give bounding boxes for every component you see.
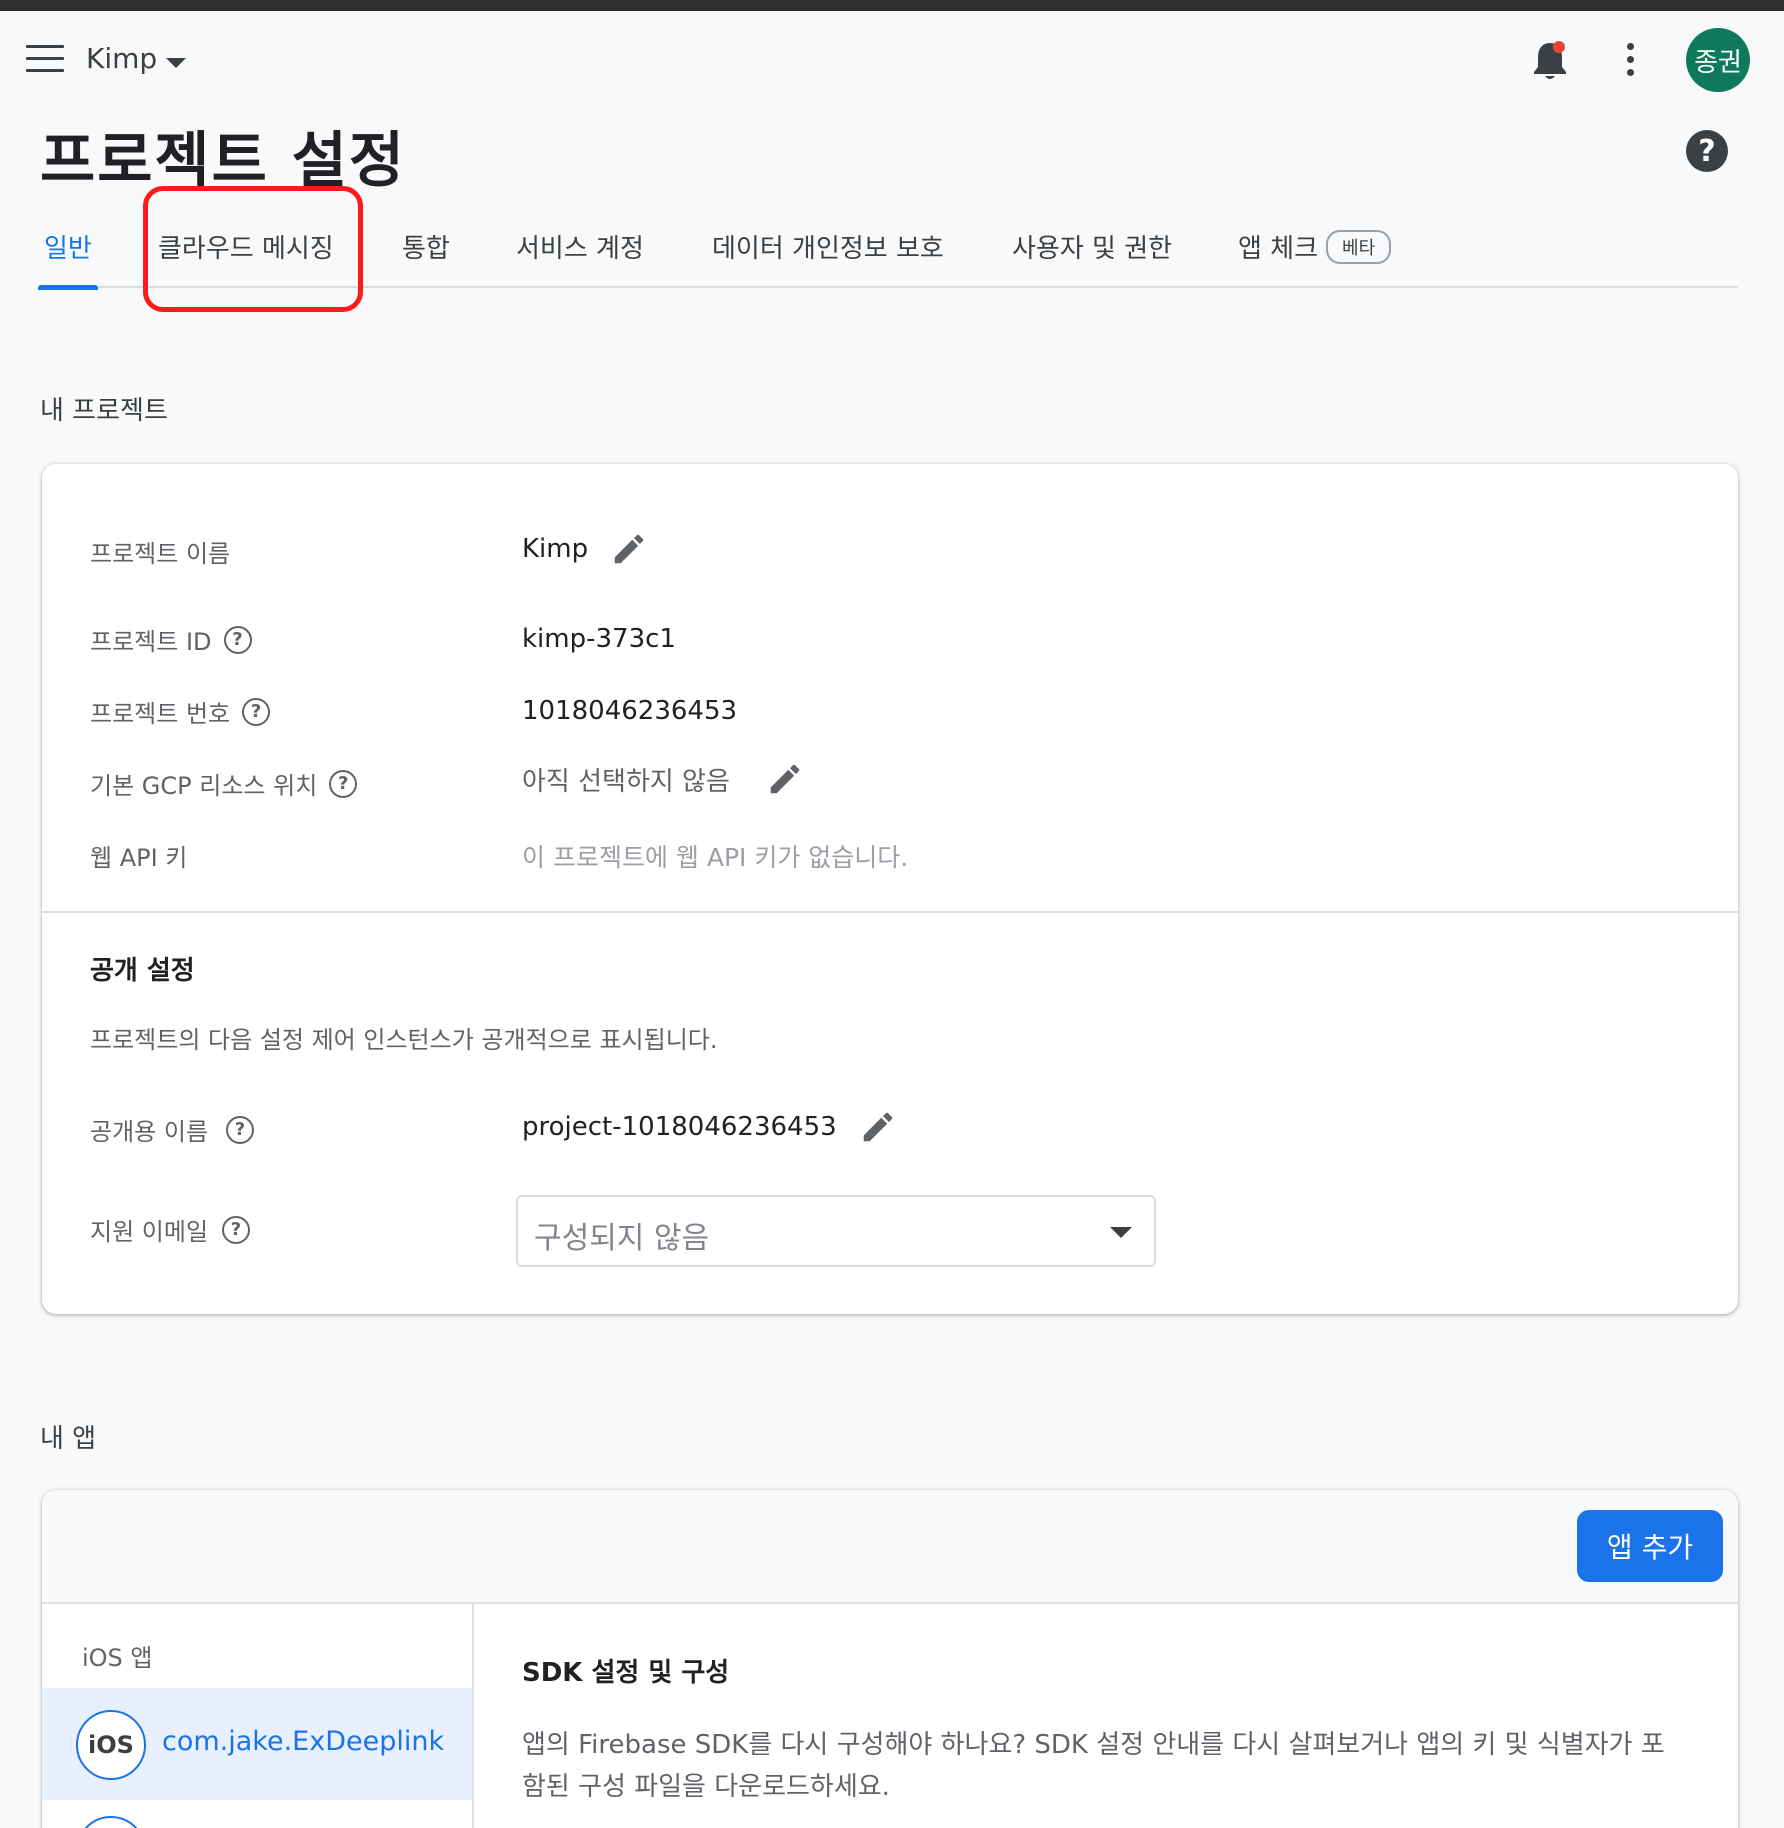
web-api-key-label: 웹 API 키 <box>90 844 188 872</box>
divider <box>42 911 1738 913</box>
more-vert-icon[interactable] <box>1620 43 1640 83</box>
public-name-value: project-1018046236453 <box>522 1112 837 1142</box>
tab-users-permissions[interactable]: 사용자 및 권한 <box>1012 228 1172 286</box>
notification-dot <box>1553 41 1565 53</box>
platform-label: iOS 앱 <box>82 1644 153 1672</box>
support-email-placeholder: 구성되지 않음 <box>534 1221 710 1256</box>
public-settings-description: 프로젝트의 다음 설정 제어 인스턴스가 공개적으로 표시됩니다. <box>90 1026 718 1054</box>
highlight-annotation <box>143 186 363 312</box>
apps-card: 앱 추가 iOS 앱 iOS com.jake.ExDeeplink SDK 설… <box>42 1490 1738 1828</box>
public-name-row: project-1018046236453 <box>522 1108 897 1146</box>
top-strip <box>0 0 1784 11</box>
tab-general[interactable]: 일반 <box>38 228 98 290</box>
help-circle-icon[interactable]: ? <box>226 1115 255 1144</box>
project-id-label: 프로젝트 ID? <box>90 622 252 657</box>
chevron-down-icon[interactable] <box>166 58 186 68</box>
help-circle-icon[interactable]: ? <box>222 1215 251 1244</box>
edit-pencil-icon[interactable] <box>610 530 648 568</box>
dropdown-arrow-icon <box>1110 1227 1132 1238</box>
project-name-value: Kimp <box>522 534 589 564</box>
project-id-value: kimp-373c1 <box>522 624 676 654</box>
tab-service-accounts[interactable]: 서비스 계정 <box>516 228 644 286</box>
help-circle-icon[interactable]: ? <box>242 697 271 726</box>
my-apps-heading: 내 앱 <box>40 1424 97 1454</box>
tab-app-check-label: 앱 체크 <box>1238 234 1319 264</box>
web-api-key-value: 이 프로젝트에 웹 API 키가 없습니다. <box>522 843 909 872</box>
top-bar: Kimp 종권 <box>0 11 1784 109</box>
notifications-bell-icon[interactable] <box>1530 39 1570 83</box>
edit-pencil-icon[interactable] <box>766 760 804 798</box>
support-email-select[interactable]: 구성되지 않음 <box>516 1195 1156 1267</box>
help-circle-icon[interactable]: ? <box>329 769 358 798</box>
help-circle-icon[interactable]: ? <box>223 625 252 654</box>
public-name-label: 공개용 이름? <box>90 1112 255 1147</box>
beta-badge: 베타 <box>1326 230 1392 264</box>
app-list-item[interactable]: iOS com.jake.ExDeeplink <box>42 1688 472 1800</box>
add-app-button[interactable]: 앱 추가 <box>1577 1510 1723 1582</box>
support-email-label: 지원 이메일? <box>90 1212 251 1247</box>
apps-sidebar: iOS 앱 iOS com.jake.ExDeeplink <box>42 1604 474 1828</box>
app-bundle-id: com.jake.ExDeeplink <box>162 1726 445 1757</box>
apps-card-header <box>42 1490 1738 1602</box>
gcp-location-label: 기본 GCP 리소스 위치? <box>90 766 358 801</box>
project-name-row: Kimp <box>522 530 648 568</box>
my-project-heading: 내 프로젝트 <box>40 396 168 426</box>
edit-pencil-icon[interactable] <box>859 1108 897 1146</box>
project-name-label: 프로젝트 이름 <box>90 540 231 568</box>
sdk-setup-title: SDK 설정 및 구성 <box>522 1658 730 1688</box>
tab-data-privacy[interactable]: 데이터 개인정보 보호 <box>712 228 944 286</box>
project-settings-card: 프로젝트 이름 Kimp 프로젝트 ID? kimp-373c1 프로젝트 번호… <box>42 464 1738 1314</box>
ios-icon: iOS <box>76 1710 146 1780</box>
gcp-location-value: 아직 선택하지 않음 <box>522 766 730 797</box>
menu-icon[interactable] <box>26 45 64 73</box>
tab-app-check[interactable]: 앱 체크 베타 <box>1238 228 1392 286</box>
sdk-setup-description: 앱의 Firebase SDK를 다시 구성해야 하나요? SDK 설정 안내를… <box>522 1730 1665 1802</box>
help-icon[interactable]: ? <box>1686 130 1728 172</box>
project-selector[interactable]: Kimp <box>86 42 157 75</box>
project-number-label: 프로젝트 번호? <box>90 694 271 729</box>
ios-icon[interactable] <box>76 1816 146 1828</box>
public-settings-title: 공개 설정 <box>90 956 195 986</box>
project-number-value: 1018046236453 <box>522 696 738 726</box>
tab-integrations[interactable]: 통합 <box>402 228 450 286</box>
gcp-location-row: 아직 선택하지 않음 <box>522 760 804 798</box>
avatar[interactable]: 종권 <box>1686 28 1750 92</box>
